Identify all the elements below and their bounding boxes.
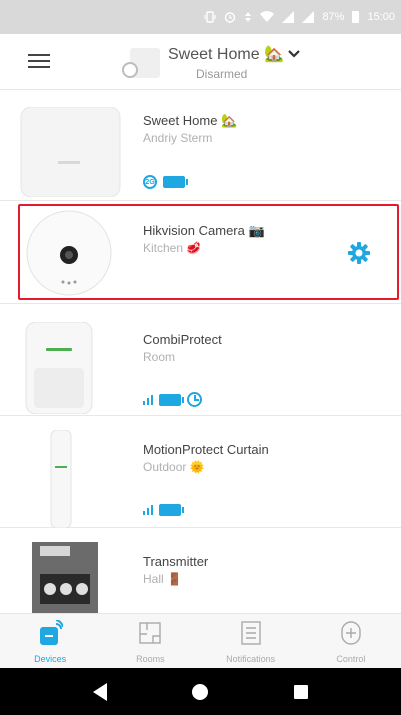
- device-row-transmitter[interactable]: Transmitter Hall 🚪: [0, 528, 401, 614]
- devices-icon: [39, 619, 65, 648]
- chevron-down-icon[interactable]: [287, 46, 301, 62]
- tab-rooms-label: Rooms: [136, 654, 165, 664]
- clock-time: 15:00: [367, 11, 395, 23]
- device-name: Transmitter: [143, 554, 209, 569]
- bottom-navigation: Devices Rooms Notifications Control: [0, 613, 401, 668]
- battery-icon: [159, 393, 184, 406]
- vibrate-icon: [204, 11, 217, 23]
- signal-sim1-icon: [282, 11, 295, 23]
- back-icon[interactable]: [92, 682, 107, 701]
- hub-device-image: [18, 106, 123, 198]
- battery-icon: [163, 176, 188, 188]
- selected-device-highlight: [18, 204, 399, 300]
- hub-selector-title[interactable]: Sweet Home 🏡: [168, 44, 284, 64]
- alarm-icon: [224, 11, 236, 23]
- recent-apps-icon[interactable]: [294, 684, 309, 699]
- device-owner: Andriy Sterm: [143, 131, 213, 145]
- device-row-hub[interactable]: Sweet Home 🏡 Andriy Sterm 2G: [0, 91, 401, 201]
- battery-status-icon: [352, 11, 360, 23]
- status-bar: 87% 15:00: [0, 0, 401, 34]
- hamburger-icon[interactable]: [28, 54, 50, 70]
- control-icon: [340, 620, 362, 648]
- rooms-icon: [139, 620, 162, 648]
- device-name: MotionProtect Curtain: [143, 442, 269, 457]
- hub-thumbnail[interactable]: [122, 48, 162, 82]
- device-room: Hall 🚪: [143, 572, 182, 586]
- gear-icon[interactable]: [348, 242, 370, 264]
- sim-badge-icon: 2G: [143, 175, 157, 189]
- device-name: CombiProtect: [143, 332, 222, 347]
- app-header: Sweet Home 🏡 Disarmed: [0, 34, 401, 90]
- tab-control-label: Control: [336, 654, 366, 664]
- device-row-combiprotect[interactable]: CombiProtect Room: [0, 304, 401, 416]
- device-row-curtain[interactable]: MotionProtect Curtain Outdoor 🌞: [0, 416, 401, 529]
- transmitter-module-device-image: [32, 542, 98, 614]
- system-navigation-bar: [0, 668, 401, 715]
- tab-rooms[interactable]: Rooms: [100, 614, 200, 668]
- home-icon[interactable]: [192, 683, 209, 700]
- signal-icon: [143, 394, 153, 405]
- curtain-detector-device-image: [48, 429, 74, 529]
- tab-notifications[interactable]: Notifications: [201, 614, 301, 668]
- tab-devices-label: Devices: [34, 654, 67, 664]
- battery-percent: 87%: [322, 11, 345, 23]
- tab-control[interactable]: Control: [301, 614, 401, 668]
- notifications-icon: [240, 620, 262, 648]
- device-room: Room: [143, 350, 176, 364]
- wifi-icon: [260, 11, 275, 23]
- tab-devices[interactable]: Devices: [0, 614, 100, 668]
- clock-icon: [187, 392, 202, 407]
- motion-detector-device-image: [24, 321, 94, 415]
- data-arrows-icon: [244, 11, 252, 23]
- signal-sim2-icon: [302, 11, 315, 23]
- hub-arm-state: Disarmed: [196, 67, 248, 81]
- battery-icon: [159, 504, 184, 516]
- tab-notifications-label: Notifications: [226, 654, 276, 664]
- signal-icon: [143, 505, 153, 515]
- device-room: Outdoor 🌞: [143, 460, 205, 474]
- device-name: Sweet Home 🏡: [143, 113, 238, 128]
